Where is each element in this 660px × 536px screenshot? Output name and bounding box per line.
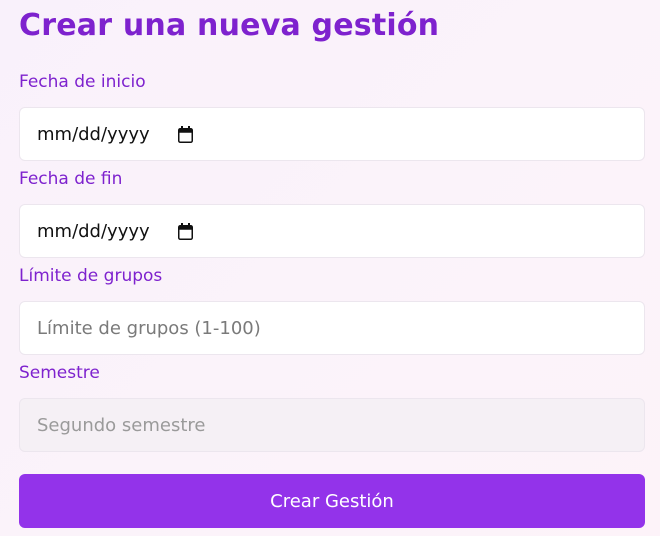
end-date-value: mm/dd/yyyy bbox=[37, 220, 150, 242]
calendar-icon[interactable] bbox=[177, 222, 193, 240]
start-date-label: Fecha de inicio bbox=[19, 72, 146, 92]
end-date-label: Fecha de fin bbox=[19, 169, 123, 189]
group-limit-placeholder: Límite de grupos (1-100) bbox=[37, 317, 261, 339]
group-limit-input[interactable]: Límite de grupos (1-100) bbox=[19, 301, 645, 355]
group-limit-label: Límite de grupos bbox=[19, 266, 163, 286]
start-date-input[interactable]: mm/dd/yyyy bbox=[19, 107, 645, 161]
create-gestion-button[interactable]: Crear Gestión bbox=[19, 474, 645, 528]
calendar-icon[interactable] bbox=[177, 125, 193, 143]
create-gestion-form: Crear una nueva gestión Fecha de inicio … bbox=[0, 0, 660, 536]
start-date-value: mm/dd/yyyy bbox=[37, 123, 150, 145]
semester-label: Semestre bbox=[19, 363, 100, 383]
form-title: Crear una nueva gestión bbox=[19, 8, 440, 43]
semester-value: Segundo semestre bbox=[37, 414, 206, 436]
end-date-input[interactable]: mm/dd/yyyy bbox=[19, 204, 645, 258]
semester-field: Segundo semestre bbox=[19, 398, 645, 452]
